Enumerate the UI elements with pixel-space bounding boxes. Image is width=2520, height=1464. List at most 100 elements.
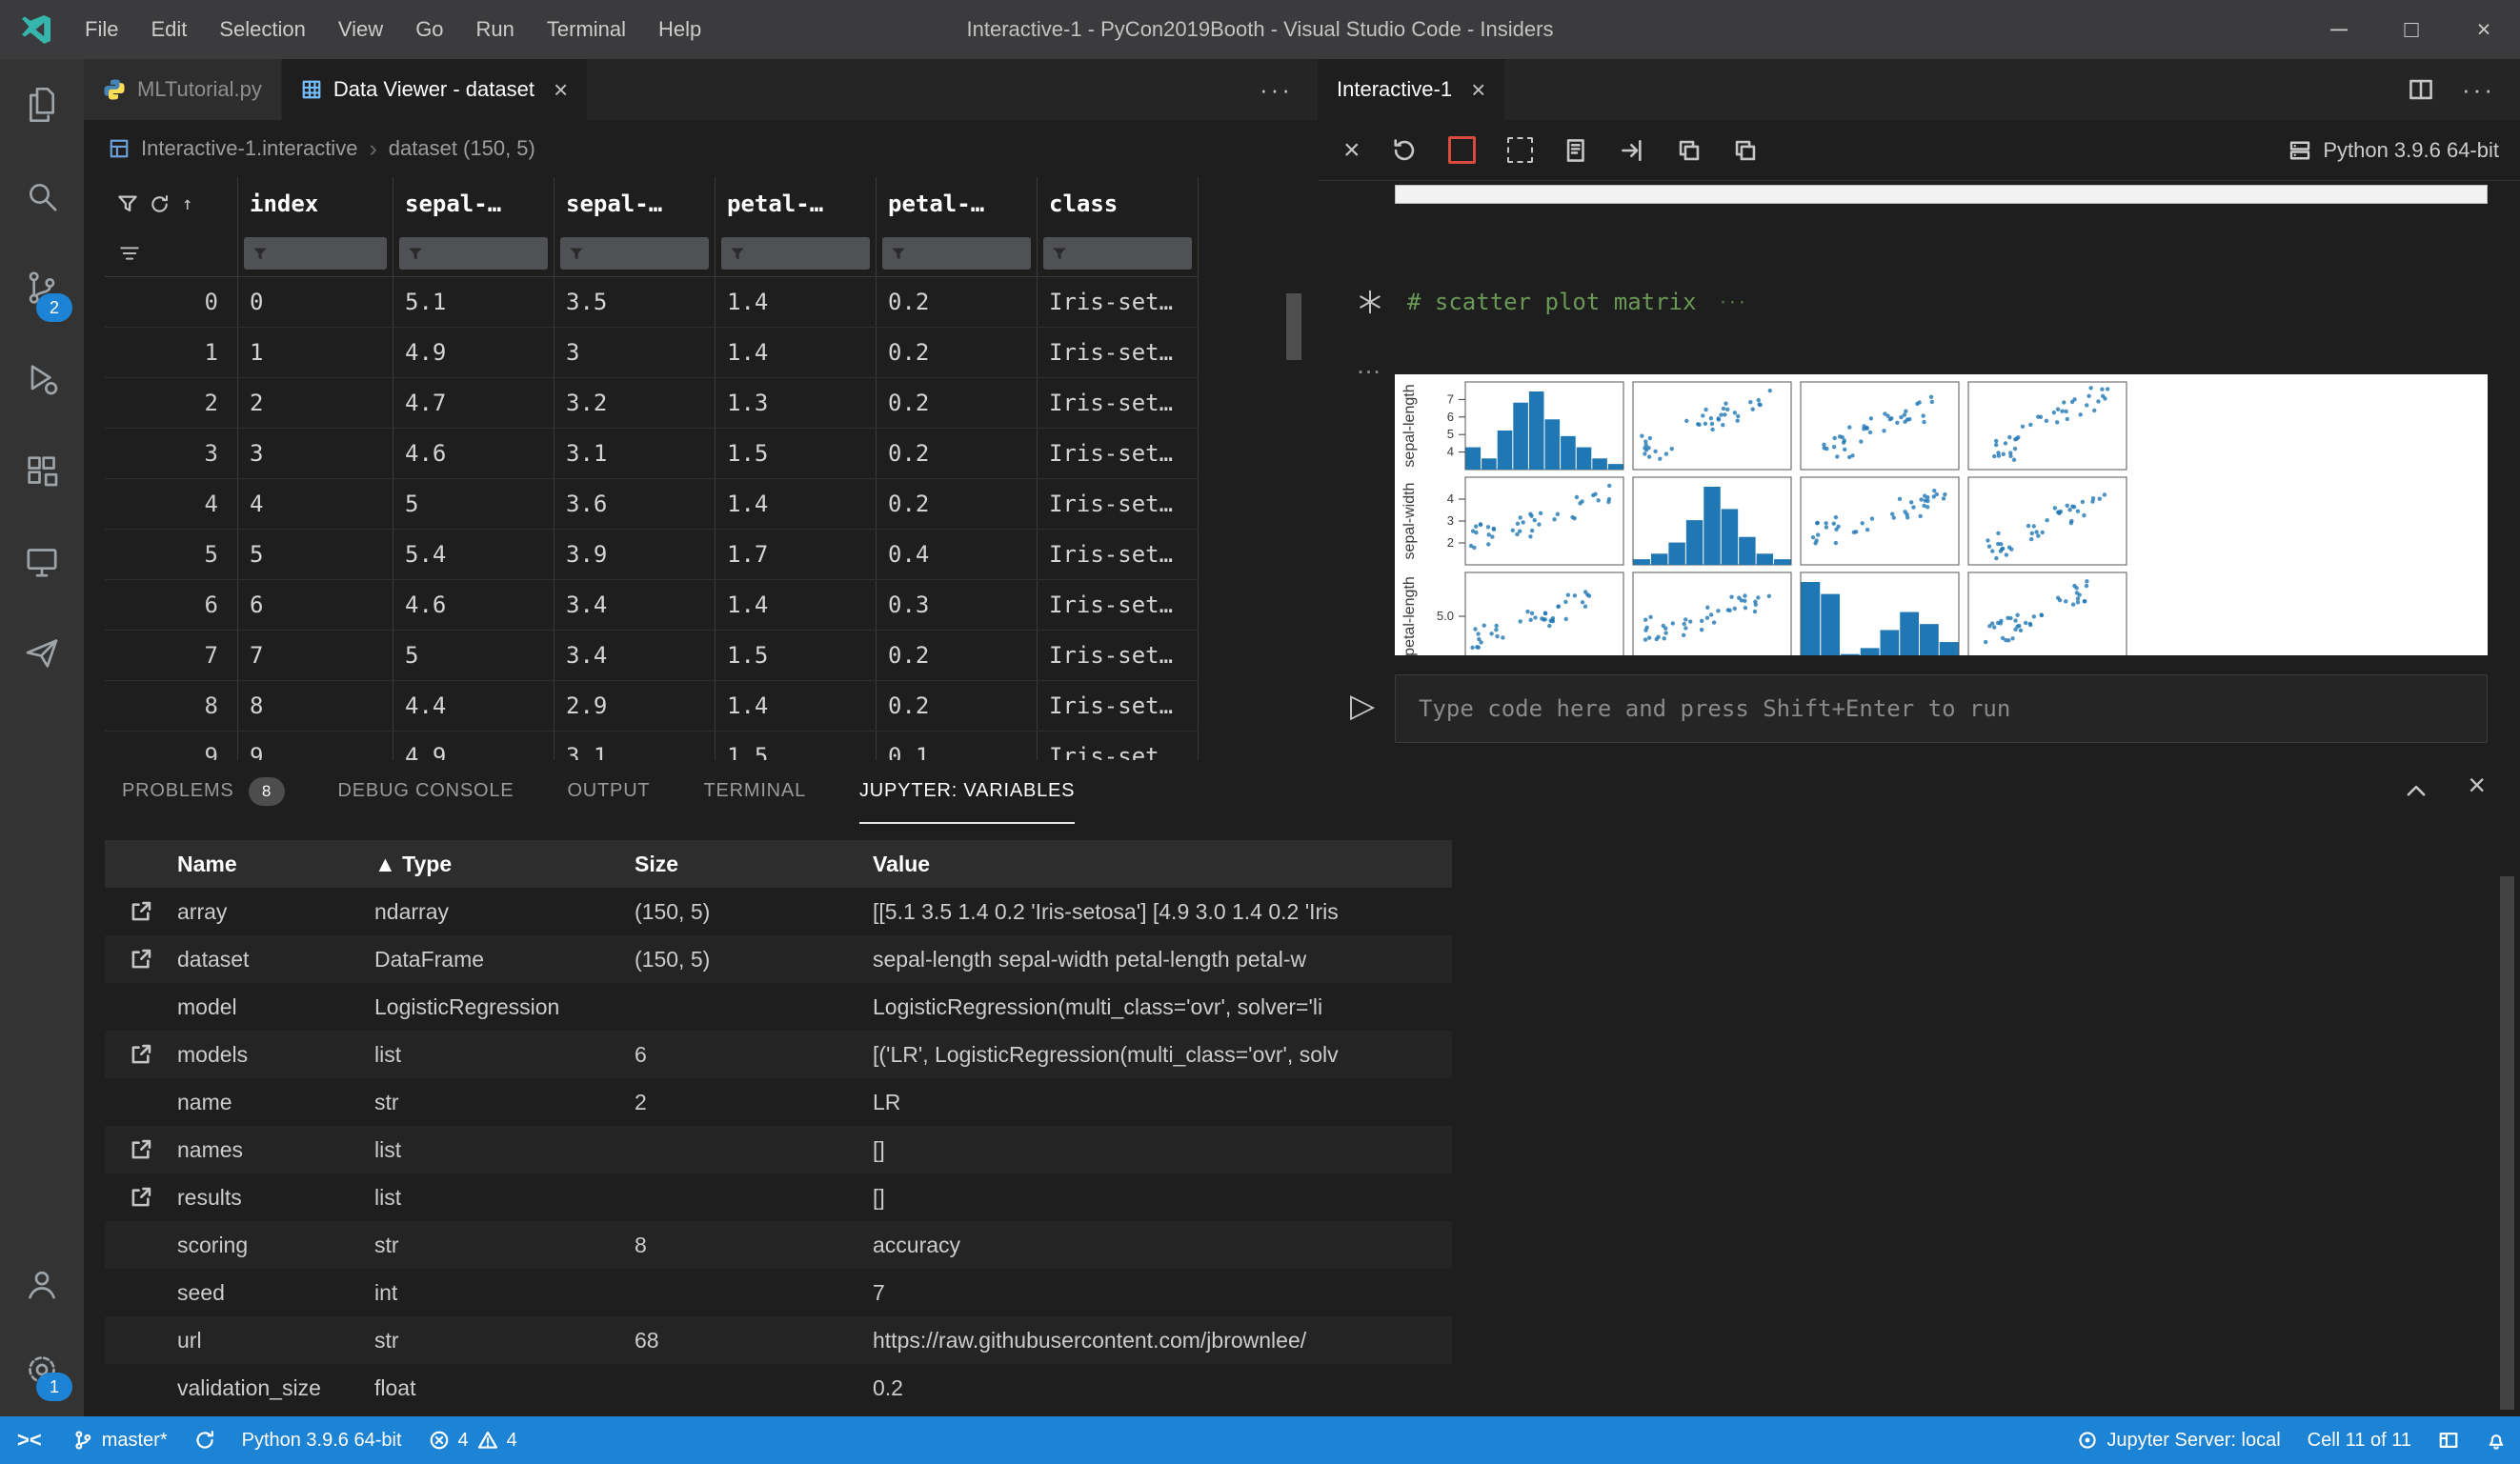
- menu-help[interactable]: Help: [642, 0, 717, 59]
- python-interpreter[interactable]: Python 3.9.6 64-bit: [229, 1416, 415, 1464]
- cell[interactable]: 5.4: [393, 530, 554, 579]
- remote-indicator[interactable]: ><: [0, 1416, 59, 1464]
- cell[interactable]: 1.5: [716, 429, 877, 478]
- cell-more-icon[interactable]: …: [1356, 351, 1383, 380]
- cell[interactable]: 1.5: [716, 631, 877, 680]
- cell[interactable]: 4.9: [393, 328, 554, 377]
- cell[interactable]: 3: [554, 328, 716, 377]
- breadcrumb-item[interactable]: dataset (150, 5): [389, 136, 535, 161]
- cell[interactable]: 5: [393, 479, 554, 529]
- menu-terminal[interactable]: Terminal: [531, 0, 642, 59]
- problems-indicator[interactable]: 4 4: [415, 1416, 531, 1464]
- cell[interactable]: 1.4: [716, 681, 877, 731]
- cell[interactable]: 5.1: [393, 277, 554, 327]
- variables-column-header-type[interactable]: ▲ Type: [374, 852, 635, 877]
- column-filter-input[interactable]: [721, 237, 870, 270]
- table-row[interactable]: 7 7 5 3.4 1.5 0.2 Iris-set…: [105, 631, 1199, 681]
- cell[interactable]: 1.4: [716, 580, 877, 630]
- column-header-3[interactable]: petal-…: [716, 177, 877, 231]
- cell[interactable]: 2: [238, 378, 393, 428]
- cell[interactable]: Iris-set…: [1038, 378, 1199, 428]
- panel-tab-jupyter-variables[interactable]: JUPYTER: VARIABLES: [859, 760, 1076, 824]
- menu-file[interactable]: File: [69, 0, 134, 59]
- variable-explorer-icon[interactable]: [1506, 137, 1533, 163]
- accounts-button[interactable]: [0, 1241, 84, 1327]
- layout-button[interactable]: [2425, 1416, 2472, 1464]
- table-row[interactable]: 4 4 5 3.6 1.4 0.2 Iris-set…: [105, 479, 1199, 530]
- code-cell[interactable]: # scatter plot matrix ···: [1356, 288, 1747, 316]
- cell[interactable]: 3.4: [554, 631, 716, 680]
- collapse-cells-icon[interactable]: [1733, 138, 1758, 163]
- open-variable-icon[interactable]: [129, 899, 153, 924]
- cell[interactable]: Iris-set…: [1038, 732, 1199, 760]
- variable-row[interactable]: models list 6 [('LR', LogisticRegression(mu…: [105, 1031, 1452, 1078]
- cell[interactable]: 0.1: [877, 732, 1038, 760]
- panel-scrollbar-thumb[interactable]: [2500, 876, 2514, 1410]
- cell[interactable]: 4.9: [393, 732, 554, 760]
- variable-expand-cell[interactable]: [105, 947, 177, 972]
- cell[interactable]: 0.2: [877, 328, 1038, 377]
- menu-edit[interactable]: Edit: [134, 0, 203, 59]
- variable-row[interactable]: scoring str 8 accuracy: [105, 1221, 1452, 1269]
- table-row[interactable]: 2 2 4.7 3.2 1.3 0.2 Iris-set…: [105, 378, 1199, 429]
- cell[interactable]: 9: [238, 732, 393, 760]
- table-row[interactable]: 3 3 4.6 3.1 1.5 0.2 Iris-set…: [105, 429, 1199, 479]
- variable-row[interactable]: seed int 7: [105, 1269, 1452, 1316]
- cell[interactable]: Iris-set…: [1038, 328, 1199, 377]
- table-row[interactable]: 1 1 4.9 3 1.4 0.2 Iris-set…: [105, 328, 1199, 378]
- interactive-code-input[interactable]: [1395, 674, 2488, 743]
- variable-row[interactable]: url str 68 https://raw.githubusercontent.co…: [105, 1316, 1452, 1364]
- refresh-icon[interactable]: [150, 194, 170, 214]
- cell[interactable]: 7: [238, 631, 393, 680]
- menu-selection[interactable]: Selection: [203, 0, 322, 59]
- table-scrollbar-thumb[interactable]: [1286, 293, 1301, 360]
- variable-expand-cell[interactable]: [105, 1042, 177, 1067]
- table-row[interactable]: 5 5 5.4 3.9 1.7 0.4 Iris-set…: [105, 530, 1199, 580]
- more-actions-icon[interactable]: ···: [2462, 75, 2495, 105]
- jupyter-server-indicator[interactable]: Jupyter Server: local: [2064, 1416, 2293, 1464]
- column-filter-input[interactable]: [1043, 237, 1192, 270]
- variable-row[interactable]: validation_size float 0.2: [105, 1364, 1452, 1412]
- open-variable-icon[interactable]: [129, 1185, 153, 1210]
- cell[interactable]: 1: [238, 328, 393, 377]
- interrupt-kernel-icon[interactable]: [1447, 136, 1476, 164]
- cell-indicator[interactable]: Cell 11 of 11: [2294, 1416, 2425, 1464]
- cell[interactable]: 8: [238, 681, 393, 731]
- close-button[interactable]: ×: [2448, 0, 2520, 59]
- table-row[interactable]: 8 8 4.4 2.9 1.4 0.2 Iris-set…: [105, 681, 1199, 732]
- fold-indicator[interactable]: ···: [1719, 289, 1747, 315]
- tab-data-viewer[interactable]: Data Viewer - dataset ×: [281, 59, 589, 120]
- cell[interactable]: 3: [238, 429, 393, 478]
- cell[interactable]: 3.2: [554, 378, 716, 428]
- expand-cells-icon[interactable]: [1677, 138, 1702, 163]
- tab-interactive[interactable]: Interactive-1 ×: [1318, 59, 1506, 120]
- sidebar-item-explorer[interactable]: [0, 59, 84, 150]
- run-code-icon[interactable]: ▷: [1350, 690, 1375, 722]
- open-variable-icon[interactable]: [129, 947, 153, 972]
- variable-row[interactable]: name str 2 LR: [105, 1078, 1452, 1126]
- panel-tab-problems[interactable]: PROBLEMS 8: [122, 760, 285, 824]
- variables-column-header-name[interactable]: Name: [177, 852, 374, 877]
- panel-tab-output[interactable]: OUTPUT: [567, 760, 650, 824]
- cell[interactable]: 4.6: [393, 429, 554, 478]
- cell[interactable]: 0.3: [877, 580, 1038, 630]
- cell[interactable]: 0.4: [877, 530, 1038, 579]
- variable-row[interactable]: array ndarray (150, 5) [[5.1 3.5 1.4 0.2 'I…: [105, 888, 1452, 935]
- sidebar-item-extensions[interactable]: [0, 425, 84, 516]
- variable-row[interactable]: dataset DataFrame (150, 5) sepal-length sep…: [105, 935, 1452, 983]
- export-notebook-icon[interactable]: [1564, 138, 1589, 163]
- cell[interactable]: 1.4: [716, 479, 877, 529]
- open-variable-icon[interactable]: [129, 1137, 153, 1162]
- variable-expand-cell[interactable]: [105, 1185, 177, 1210]
- column-filter-input[interactable]: [244, 237, 387, 270]
- panel-tab-terminal[interactable]: TERMINAL: [703, 760, 806, 824]
- maximize-button[interactable]: □: [2375, 0, 2448, 59]
- cell[interactable]: 0.2: [877, 631, 1038, 680]
- cell[interactable]: 1.5: [716, 732, 877, 760]
- cell[interactable]: 5: [238, 530, 393, 579]
- sidebar-item-search[interactable]: [0, 150, 84, 242]
- tab-mltutorial[interactable]: MLTutorial.py: [84, 59, 282, 120]
- git-branch-indicator[interactable]: master*: [59, 1416, 181, 1464]
- breadcrumb-file[interactable]: Interactive-1.interactive: [141, 136, 357, 161]
- more-actions-icon[interactable]: ···: [1260, 75, 1293, 105]
